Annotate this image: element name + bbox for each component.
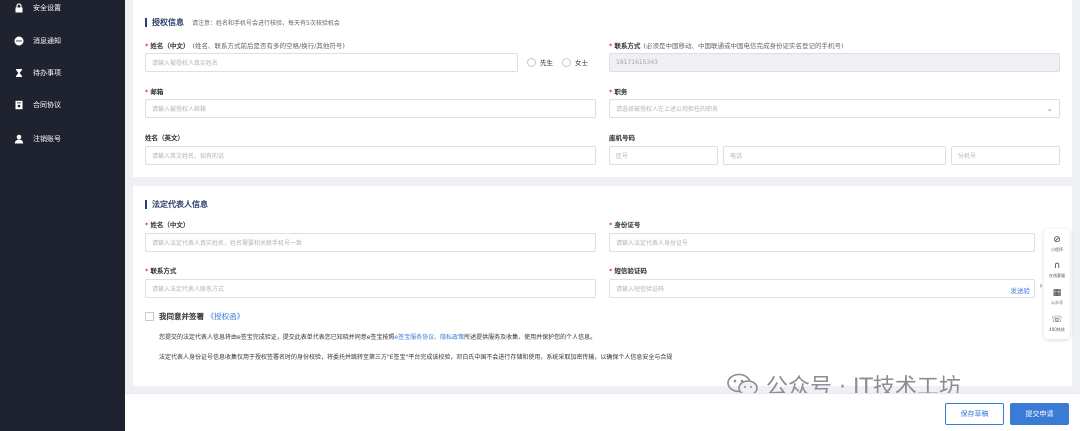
qrcode-icon: ▦	[1052, 288, 1062, 298]
float-official-account[interactable]: ▦ 公众号	[1044, 284, 1070, 310]
legal-name-input[interactable]: 请输入法定代表人真实姓名，姓名需要和关联手机号一致	[145, 233, 596, 252]
phone-input[interactable]: 电话	[723, 146, 946, 165]
sidebar-item-todo[interactable]: 待办事项	[14, 65, 61, 81]
privacy-notice: 您提交的法定代表人信息将由e签宝完成验证，提交此表单代表您已知晓并同意e签宝按照…	[159, 334, 597, 341]
sidebar-item-contracts[interactable]: 合同协议	[14, 97, 61, 113]
agree-text: 我同意并签署 《授权函》	[159, 312, 245, 321]
legal-contact-input[interactable]: 请输入法定代表人联系方式	[145, 279, 596, 298]
area-code-input[interactable]: 区号	[609, 146, 718, 165]
submit-button[interactable]: 提交申请	[1010, 403, 1069, 425]
auth-name-label: * 姓名（中文） (姓名、联系方式前后是否有多的空格/换行/其他符号)	[145, 42, 345, 50]
auth-position-label: * 职务	[609, 88, 628, 96]
sidebar-item-deactivate[interactable]: 注销账号	[14, 131, 61, 147]
section-marker	[145, 200, 147, 209]
legal-id-input[interactable]: 请输入法定代表人身份证号	[609, 233, 1035, 252]
auth-position-select[interactable]: 请选择被授权人在上述公司担任的职务 ⌄	[609, 99, 1060, 118]
authorization-letter-link[interactable]: 《授权函》	[207, 312, 245, 321]
auth-email-input[interactable]: 请输入被授权人邮箱	[145, 99, 596, 118]
contract-icon	[14, 100, 24, 110]
auth-email-label: * 邮箱	[145, 88, 164, 96]
privacy-policy-link[interactable]: 隐私政策	[440, 334, 464, 341]
service-agreement-link[interactable]: e签宝服务协议	[394, 334, 434, 341]
phone-icon: ☏	[1051, 315, 1063, 325]
sidebar-item-label: 安全设置	[33, 4, 61, 12]
float-miniprogram[interactable]: ⊘ 小程序	[1044, 231, 1070, 257]
hourglass-icon	[14, 68, 24, 78]
gender-male-radio[interactable]: 先生	[527, 57, 553, 67]
sidebar-item-security[interactable]: 安全设置	[14, 0, 61, 16]
extension-input[interactable]: 分机号	[951, 146, 1060, 165]
legal-name-label: * 姓名（中文）	[145, 221, 190, 229]
sidebar-item-label: 合同协议	[33, 101, 61, 109]
sidebar-item-label: 消息通知	[33, 37, 61, 45]
auth-name-en-label: 姓名（英文）	[145, 134, 184, 142]
float-online-service[interactable]: ∩ 在线客服	[1044, 257, 1070, 283]
legal-id-label: * 身份证号	[609, 221, 641, 229]
footer-bar: 保存草稿 提交申请	[125, 393, 1080, 431]
auth-contact-label: * 联系方式 (必须是中国移动、中国联通或中国电信完成身份证实名登记的手机号)	[609, 42, 844, 50]
sidebar-item-label: 注销账号	[33, 135, 61, 143]
miniprogram-icon: ⊘	[1053, 235, 1061, 245]
headset-icon: ∩	[1053, 261, 1061, 271]
landline-label: 座机号码	[609, 134, 635, 142]
auth-contact-field: 18171615343	[609, 53, 1060, 72]
float-toolbar: ⊘ 小程序 ∩ 在线客服 ▦ 公众号 ☏ 400热线	[1044, 229, 1070, 339]
auth-note: 请注意：姓名和手机号会进行核验，每天有5次核验机会	[192, 20, 340, 27]
sms-code-label: * 短信验证码	[609, 267, 647, 275]
sidebar-item-label: 待办事项	[33, 69, 61, 77]
agree-checkbox[interactable]	[145, 312, 154, 321]
save-draft-button[interactable]: 保存草稿	[945, 403, 1004, 425]
float-hotline[interactable]: ☏ 400热线	[1044, 311, 1070, 337]
legal-contact-label: * 联系方式	[145, 267, 177, 275]
auth-section-title: 授权信息 请注意：姓名和手机号会进行核验，每天有5次核验机会	[145, 17, 340, 28]
gender-female-radio[interactable]: 女士	[562, 57, 588, 67]
chevron-down-icon: ⌄	[1046, 104, 1053, 113]
auth-name-input[interactable]: 请输入被授权人真实姓名	[145, 53, 518, 72]
auth-name-en-input[interactable]: 请输入英文姓名，如有的话	[145, 146, 596, 165]
sidebar-item-messages[interactable]: 消息通知	[14, 33, 61, 49]
legal-section-title: 法定代表人信息	[145, 199, 208, 210]
lock-icon	[14, 3, 24, 13]
user-icon	[14, 134, 24, 144]
message-icon	[14, 36, 24, 46]
section-marker	[145, 18, 147, 27]
send-code-button[interactable]: 发送验	[1011, 285, 1031, 295]
sms-code-input[interactable]: 请输入短信验证码 发送验	[609, 279, 1035, 298]
id-collection-notice: 法定代表人身份证号信息收集仅用于授权签署名时的身份校验，将委托并跳转至第三方"E…	[159, 354, 673, 361]
sidebar: 安全设置 消息通知 待办事项 合同协议 注销账号	[0, 0, 125, 431]
